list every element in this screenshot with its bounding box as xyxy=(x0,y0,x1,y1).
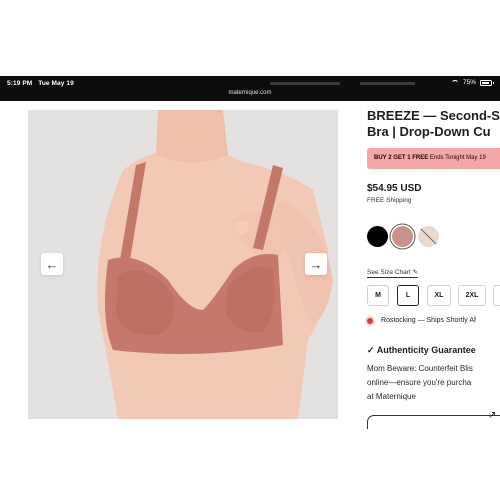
wifi-icon xyxy=(450,79,459,86)
cursor-icon: ↗ xyxy=(488,410,497,421)
size-button-m[interactable]: M xyxy=(367,285,389,306)
promo-banner: BUY 2 GET 1 FREE Ends Tonight May 19 xyxy=(367,148,500,169)
menu-ghost xyxy=(360,82,415,85)
battery-icon xyxy=(480,79,494,86)
restock-notice: Rostocking — Ships Shortly Af xyxy=(367,317,476,324)
promo-bold: BUY 2 GET 1 FREE xyxy=(374,155,429,161)
size-button-xl[interactable]: XL xyxy=(427,285,451,306)
status-indicators: 75% xyxy=(450,79,494,86)
battery-percent: 75% xyxy=(462,79,476,86)
size-button-more[interactable] xyxy=(493,285,500,306)
url-bar[interactable]: maternique.com xyxy=(0,90,500,96)
add-to-cart-button-partial[interactable] xyxy=(367,415,500,429)
restock-text: Rostocking — Ships Shortly Af xyxy=(381,317,476,324)
authenticity-line: at Maternique xyxy=(367,392,416,401)
product-image[interactable] xyxy=(28,110,338,419)
promo-text: Ends Tonight May 19 xyxy=(428,155,486,161)
gallery-prev-button[interactable]: ← xyxy=(41,253,63,275)
size-button-l[interactable]: L xyxy=(397,285,419,306)
authenticity-line: online—ensure you're purcha xyxy=(367,378,472,387)
color-swatch-beige[interactable] xyxy=(418,226,439,247)
status-time: 5:19 PM xyxy=(7,80,33,87)
authenticity-body: Mom Beware: Counterfeit Blis online—ensu… xyxy=(367,362,500,404)
authenticity-heading: ✓ Authenticity Guarantee xyxy=(367,345,476,355)
size-chart-link[interactable]: See Size Chart ✎ xyxy=(367,268,418,278)
status-bar: 5:19 PM Tue May 19 75% maternique.com xyxy=(0,76,500,101)
menu-ghost xyxy=(270,82,340,85)
product-title-line1: BREEZE — Second-S xyxy=(367,108,500,123)
product-title-line2: Bra | Drop-Down Cu xyxy=(367,124,491,139)
color-swatch-black[interactable] xyxy=(367,226,388,247)
product-title: BREEZE — Second-S Bra | Drop-Down Cu xyxy=(367,108,500,140)
product-photo xyxy=(28,110,338,419)
status-date: Tue May 19 xyxy=(38,80,74,87)
shipping-info: FREE Shipping xyxy=(367,197,412,204)
size-button-2xl[interactable]: 2XL xyxy=(458,285,486,306)
color-swatch-rose[interactable] xyxy=(392,226,413,247)
product-price: $54.95 USD xyxy=(367,183,422,194)
status-time-date: 5:19 PM Tue May 19 xyxy=(7,80,74,87)
authenticity-line: Mom Beware: Counterfeit Blis xyxy=(367,364,473,373)
restock-dot-icon xyxy=(367,317,373,324)
gallery-next-button[interactable]: → xyxy=(305,253,327,275)
